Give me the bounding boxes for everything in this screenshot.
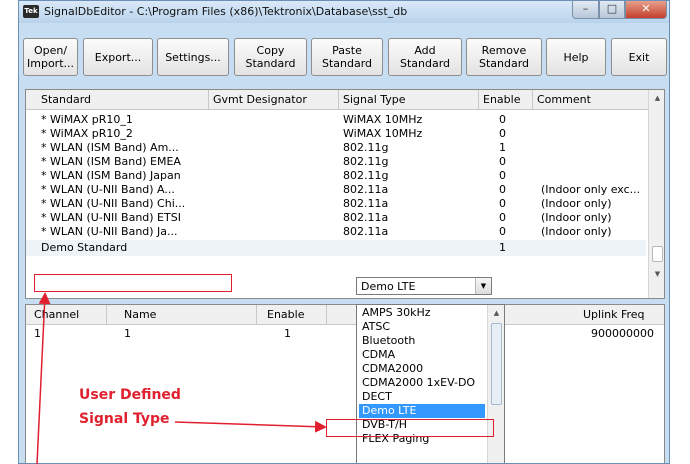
annotation-line1: User Defined [79,387,181,403]
cell-standard: * WLAN (ISM Band) Am... [41,141,179,154]
minimize-button[interactable]: – [572,1,599,19]
exit-button[interactable]: Exit [611,38,667,76]
cell-standard: * WLAN (ISM Band) Japan [41,169,181,182]
scroll-thumb[interactable] [652,246,663,262]
open-import-button[interactable]: Open/ Import... [23,38,78,76]
cell-comment: (Indoor only) [541,225,612,238]
combo-value: Demo LTE [361,280,416,293]
channel-table: Channel Name Enable Uplink Freq 1 1 1 90… [25,304,665,463]
option-bluetooth[interactable]: Bluetooth [359,334,485,348]
remove-standard-button[interactable]: Remove Standard [466,38,542,76]
cell-uplink-freq: 900000000 [591,327,654,340]
col-channel[interactable]: Channel [34,308,79,321]
scroll-up-icon[interactable]: ▲ [649,90,664,106]
dropdown-scrollbar[interactable]: ▲ [487,305,504,463]
cell-signal-type: 802.11g [343,155,389,168]
cell-comment: (Indoor only) [541,211,612,224]
demo-enable-cell[interactable]: 1 [499,241,506,255]
tek-app-icon: Tek [23,5,39,18]
signal-type-combobox[interactable]: Demo LTE ▼ [356,277,492,295]
demo-standard-cell[interactable]: Demo Standard [41,241,127,255]
cell-enable: 0 [499,197,506,210]
option-dect[interactable]: DECT [359,390,485,404]
scroll-down-icon[interactable]: ▼ [649,266,664,282]
table-row[interactable]: * WLAN (ISM Band) EMEA 802.11g 0 [26,155,646,169]
option-cdma2000[interactable]: CDMA2000 [359,362,485,376]
col-standard[interactable]: Standard [41,93,91,106]
maximize-button[interactable]: □ [599,1,625,19]
option-atsc[interactable]: ATSC [359,320,485,334]
cell-signal-type: 802.11a [343,225,389,238]
col-signal-type[interactable]: Signal Type [343,93,406,106]
col-comment[interactable]: Comment [537,93,591,106]
table-row[interactable]: * WLAN (U-NII Band) ETSI 802.11a 0 (Indo… [26,211,646,225]
standards-table: Standard Gvmt Designator Signal Type Ena… [25,89,665,299]
window-title: SignalDbEditor - C:\Program Files (x86)\… [44,5,408,18]
cell-standard: * WLAN (U-NII Band) ETSI [41,211,181,224]
cell-standard: * WiMAX pR10_1 [41,113,133,126]
cell-signal-type: WiMAX 10MHz [343,127,423,140]
cell-signal-type: 802.11g [343,141,389,154]
cell-standard: * WiMAX pR10_2 [41,127,133,140]
edit-row[interactable]: Demo Standard 1 [26,240,646,256]
cell-standard: * WLAN (U-NII Band) Chi... [41,197,186,210]
add-standard-button[interactable]: Add Standard [388,38,462,76]
cell-enable: 0 [499,155,506,168]
option-demo-lte[interactable]: Demo LTE [359,404,485,418]
table-row[interactable]: * WLAN (U-NII Band) Ja... 802.11a 0 (Ind… [26,225,646,239]
export-button[interactable]: Export... [83,38,153,76]
cell-signal-type: 802.11a [343,183,389,196]
standards-header: Standard Gvmt Designator Signal Type Ena… [26,90,648,110]
cell-channel: 1 [34,327,41,340]
col-name[interactable]: Name [124,308,156,321]
annotation-line2: Signal Type [79,411,170,427]
dropdown-scroll-up-icon[interactable]: ▲ [488,305,504,321]
demo-standard-highlight [34,274,232,292]
table-row[interactable]: * WLAN (U-NII Band) A... 802.11a 0 (Indo… [26,183,646,197]
table-row[interactable]: * WLAN (U-NII Band) Chi... 802.11a 0 (In… [26,197,646,211]
table-row[interactable]: 1 1 1 900000000 [26,327,654,341]
cell-enable: 1 [284,327,291,340]
table-row[interactable]: * WiMAX pR10_1 WiMAX 10MHz 0 [26,113,646,127]
option-amps-30khz[interactable]: AMPS 30kHz [359,306,485,320]
col-gvmt-designator[interactable]: Gvmt Designator [213,93,307,106]
cell-enable: 0 [499,183,506,196]
title-bar: Tek SignalDbEditor - C:\Program Files (x… [19,1,669,23]
cell-signal-type: 802.11a [343,197,389,210]
cell-enable: 0 [499,211,506,224]
signal-type-dropdown-list: AMPS 30kHz ATSC Bluetooth CDMA CDMA2000 … [356,304,505,463]
standards-scrollbar[interactable]: ▲ ▼ [648,90,664,298]
cell-enable: 0 [499,127,506,140]
cell-signal-type: 802.11a [343,211,389,224]
cell-standard: * WLAN (U-NII Band) Ja... [41,225,178,238]
cell-signal-type: 802.11g [343,169,389,182]
cell-standard: * WLAN (U-NII Band) A... [41,183,175,196]
table-row[interactable]: * WLAN (ISM Band) Am... 802.11g 1 [26,141,646,155]
help-button[interactable]: Help [546,38,606,76]
channel-header: Channel Name Enable Uplink Freq [26,305,664,325]
table-row[interactable]: * WLAN (ISM Band) Japan 802.11g 0 [26,169,646,183]
cell-signal-type: WiMAX 10MHz [343,113,423,126]
option-cdma[interactable]: CDMA [359,348,485,362]
col-enable[interactable]: Enable [483,93,520,106]
chevron-down-icon[interactable]: ▼ [475,278,491,294]
cell-enable: 0 [499,225,506,238]
option-cdma2000-1xev-do[interactable]: CDMA2000 1xEV-DO [359,376,485,390]
col-channel-enable[interactable]: Enable [267,308,304,321]
dropdown-scroll-thumb[interactable] [491,323,502,405]
cell-enable: 1 [499,141,506,154]
settings-button[interactable]: Settings... [157,38,229,76]
copy-standard-button[interactable]: Copy Standard [234,38,307,76]
cell-standard: * WLAN (ISM Band) EMEA [41,155,181,168]
cell-comment: (Indoor only) [541,197,612,210]
cell-enable: 0 [499,113,506,126]
close-button[interactable]: ✕ [625,1,667,19]
cell-comment: (Indoor only exc... [541,183,641,196]
cell-enable: 0 [499,169,506,182]
col-uplink-freq[interactable]: Uplink Freq [583,308,645,321]
table-row[interactable]: * WiMAX pR10_2 WiMAX 10MHz 0 [26,127,646,141]
demo-lte-highlight [326,419,494,437]
cell-name: 1 [124,327,131,340]
paste-standard-button[interactable]: Paste Standard [311,38,383,76]
